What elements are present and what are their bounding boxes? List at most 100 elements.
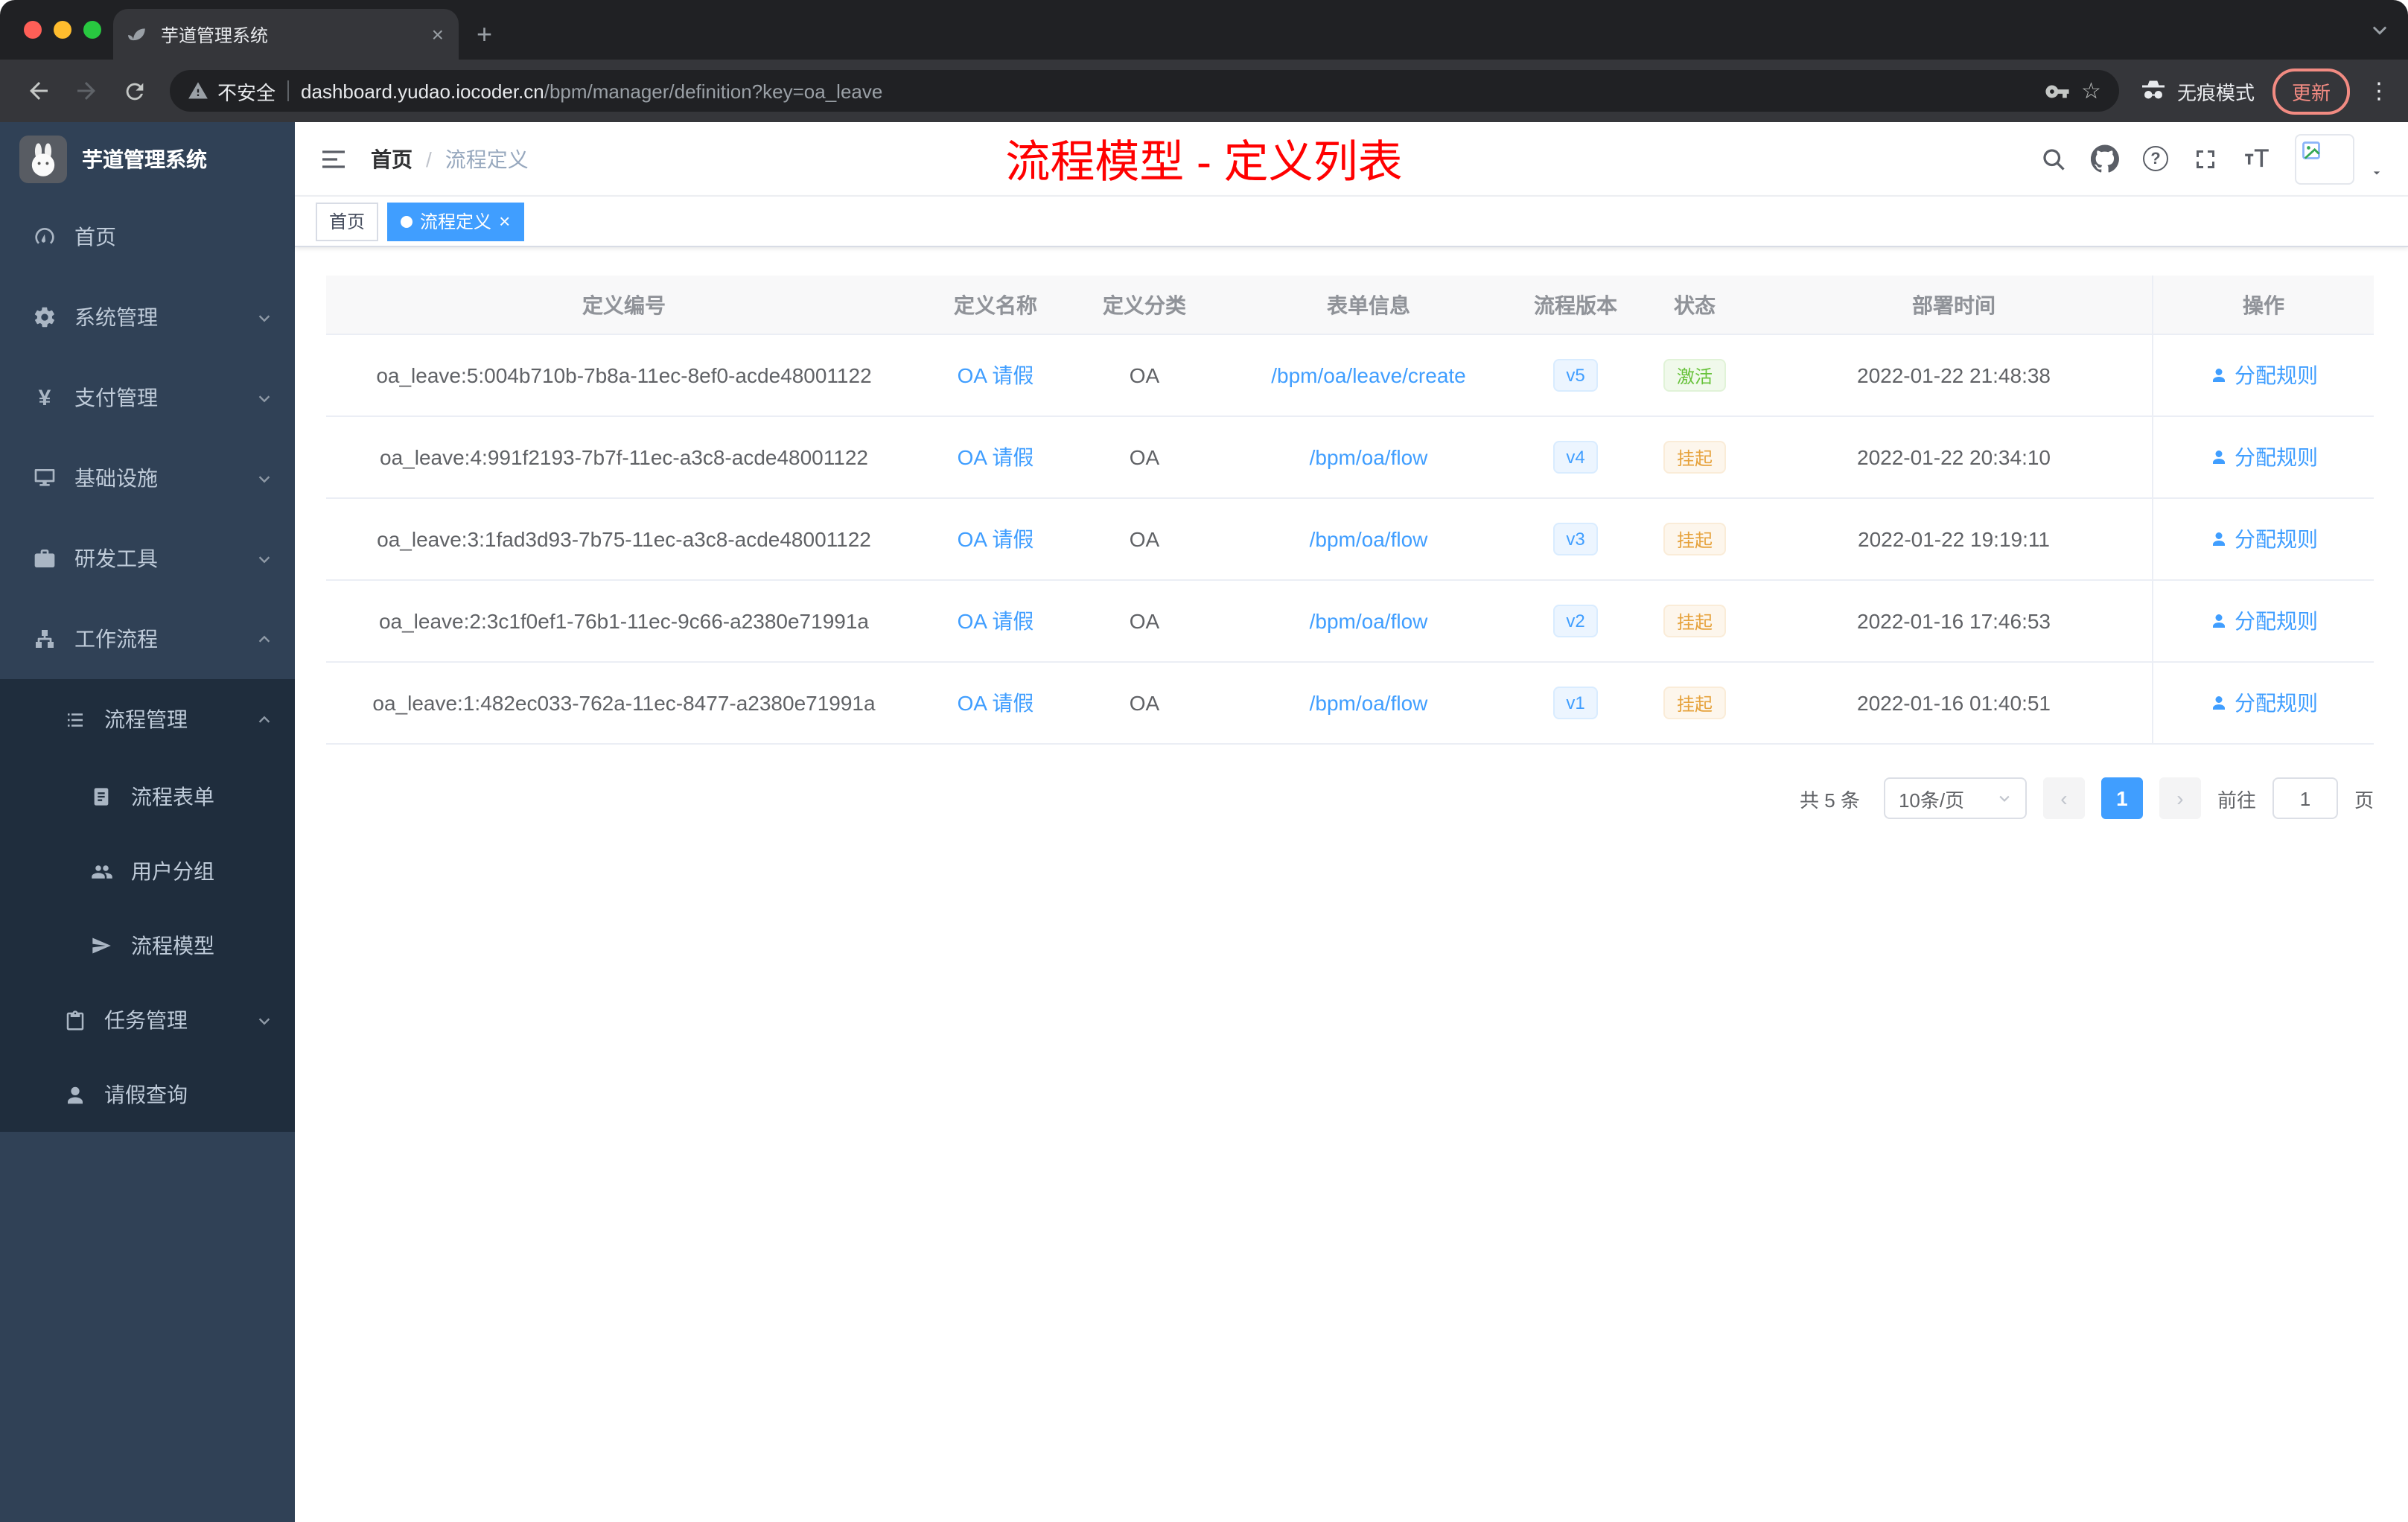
assign-rule-link[interactable]: 分配规则 — [2209, 688, 2318, 718]
help-icon[interactable]: ? — [2143, 146, 2168, 171]
avatar[interactable] — [2295, 133, 2354, 184]
goto-page-input[interactable] — [2272, 777, 2338, 819]
assign-rule-link[interactable]: 分配规则 — [2209, 442, 2318, 472]
browser-menu-icon[interactable]: ⋮ — [2368, 77, 2390, 104]
sidebar-item-devtools[interactable]: 研发工具 — [0, 518, 295, 599]
goto-label: 前往 — [2217, 789, 2256, 811]
tags-view-bar: 首页 流程定义 × — [295, 197, 2408, 247]
tab-search-icon[interactable] — [2369, 0, 2390, 60]
tab-close-icon[interactable]: × — [432, 24, 444, 45]
sidebar-item-task-management[interactable]: 任务管理 — [0, 983, 295, 1057]
assign-rule-link[interactable]: 分配规则 — [2209, 360, 2318, 390]
password-key-icon[interactable] — [2044, 78, 2069, 104]
list-icon — [61, 708, 88, 730]
definition-id: oa_leave:2:3c1f0ef1-76b1-11ec-9c66-a2380… — [378, 609, 869, 633]
sidebar-item-process-management[interactable]: 流程管理 — [0, 679, 295, 760]
breadcrumb-home[interactable]: 首页 — [371, 144, 413, 173]
page-size-select[interactable]: 10条/页 — [1883, 777, 2027, 819]
browser-toolbar: 不安全 dashboard.yudao.iocoder.cn/bpm/manag… — [0, 60, 2408, 122]
security-chip[interactable]: 不安全 — [188, 77, 275, 105]
search-icon[interactable] — [2040, 145, 2067, 172]
tag-home[interactable]: 首页 — [316, 202, 379, 241]
zoom-window-button[interactable] — [83, 21, 101, 39]
chevron-down-icon — [256, 389, 273, 406]
sidebar-item-user-group[interactable]: 用户分组 — [0, 834, 295, 908]
tag-close-icon[interactable]: × — [499, 211, 510, 231]
column-header: 状态 — [1674, 293, 1716, 316]
font-size-icon[interactable] — [2243, 144, 2271, 173]
hamburger-icon[interactable] — [319, 144, 348, 173]
reload-icon[interactable] — [113, 70, 155, 112]
next-page-button[interactable]: › — [2159, 777, 2201, 819]
document-icon — [88, 786, 115, 807]
status-badge: 挂起 — [1663, 687, 1726, 719]
chevron-down-icon — [256, 550, 273, 567]
toolbar-right: 无痕模式 更新 ⋮ — [2134, 68, 2390, 114]
page-number-button[interactable]: 1 — [2100, 777, 2143, 819]
form-link[interactable]: /bpm/oa/leave/create — [1271, 363, 1466, 387]
table-row: oa_leave:3:1fad3d93-7b75-11ec-a3c8-acde4… — [326, 499, 2374, 581]
definition-id: oa_leave:5:004b710b-7b8a-11ec-8ef0-acde4… — [376, 363, 872, 387]
back-icon[interactable] — [18, 70, 60, 112]
forward-icon[interactable] — [66, 70, 107, 112]
sidebar-item-process-model[interactable]: 流程模型 — [0, 908, 295, 983]
column-header: 定义名称 — [954, 293, 1037, 316]
minimize-window-button[interactable] — [54, 21, 71, 39]
definition-name-link[interactable]: OA 请假 — [958, 360, 1034, 390]
github-icon[interactable] — [2091, 144, 2119, 173]
clipboard-icon — [61, 1009, 88, 1031]
sidebar-item-label: 请假查询 — [104, 1083, 188, 1107]
sidebar-item-label: 研发工具 — [74, 547, 158, 570]
chevron-down-icon — [256, 309, 273, 325]
brand-logo-icon — [19, 136, 67, 183]
brand-title: 芋道管理系统 — [82, 147, 207, 171]
prev-page-button[interactable]: ‹ — [2042, 777, 2085, 819]
version-badge: v1 — [1552, 687, 1599, 719]
definition-id: oa_leave:3:1fad3d93-7b75-11ec-a3c8-acde4… — [377, 527, 871, 551]
sidebar-item-system[interactable]: 系统管理 — [0, 277, 295, 357]
definition-id: oa_leave:4:991f2193-7b7f-11ec-a3c8-acde4… — [380, 445, 868, 469]
new-tab-button[interactable]: + — [459, 9, 510, 60]
definition-name-link[interactable]: OA 请假 — [958, 606, 1034, 636]
form-link[interactable]: /bpm/oa/flow — [1310, 691, 1428, 715]
tag-process-definition[interactable]: 流程定义 × — [387, 202, 524, 241]
broken-image-icon — [2302, 141, 2320, 159]
breadcrumb-separator: / — [426, 147, 432, 171]
column-header: 操作 — [2152, 276, 2374, 334]
sidebar-item-leave-query[interactable]: 请假查询 — [0, 1057, 295, 1132]
assign-rule-link[interactable]: 分配规则 — [2209, 606, 2318, 636]
active-dot — [401, 215, 413, 227]
close-window-button[interactable] — [24, 21, 42, 39]
chevron-down-icon — [1997, 791, 2012, 806]
sidebar-item-home[interactable]: 首页 — [0, 197, 295, 277]
sidebar-item-payment[interactable]: ¥ 支付管理 — [0, 357, 295, 438]
sidebar-item-infrastructure[interactable]: 基础设施 — [0, 438, 295, 518]
page-content: 定义编号 定义名称 定义分类 表单信息 流程版本 状态 部署时间 操作 oa_l… — [295, 247, 2408, 1522]
security-label: 不安全 — [217, 81, 276, 104]
version-badge: v2 — [1552, 605, 1599, 637]
browser-tab[interactable]: 芋道管理系统 × — [113, 9, 459, 60]
form-link[interactable]: /bpm/oa/flow — [1310, 445, 1428, 469]
breadcrumb-current: 流程定义 — [445, 147, 529, 171]
form-link[interactable]: /bpm/oa/flow — [1310, 527, 1428, 551]
dashboard-icon — [31, 225, 58, 249]
fullscreen-icon[interactable] — [2192, 145, 2219, 172]
tag-label: 流程定义 — [420, 211, 492, 232]
update-chrome-button[interactable]: 更新 — [2272, 68, 2350, 114]
chevron-down-icon — [256, 1012, 273, 1028]
definition-name-link[interactable]: OA 请假 — [958, 688, 1034, 718]
address-bar[interactable]: 不安全 dashboard.yudao.iocoder.cn/bpm/manag… — [170, 70, 2119, 112]
app-frame: 芋道管理系统 首页 系统管理 ¥ 支付管理 基础设施 研发工具 工作流程 流程管… — [0, 122, 2408, 1522]
definition-name-link[interactable]: OA 请假 — [958, 442, 1034, 472]
sidebar-item-label: 工作流程 — [74, 627, 158, 651]
sidebar-brand[interactable]: 芋道管理系统 — [0, 122, 295, 197]
avatar-caret-icon[interactable] — [2369, 165, 2384, 179]
bookmark-star-icon[interactable]: ☆ — [2081, 77, 2101, 104]
sidebar-item-process-form[interactable]: 流程表单 — [0, 760, 295, 834]
form-link[interactable]: /bpm/oa/flow — [1310, 609, 1428, 633]
assign-rule-link[interactable]: 分配规则 — [2209, 524, 2318, 554]
goto-unit-label: 页 — [2354, 789, 2374, 811]
definition-name-link[interactable]: OA 请假 — [958, 524, 1034, 554]
sidebar-item-workflow[interactable]: 工作流程 — [0, 599, 295, 679]
definition-category: OA — [1129, 445, 1160, 469]
